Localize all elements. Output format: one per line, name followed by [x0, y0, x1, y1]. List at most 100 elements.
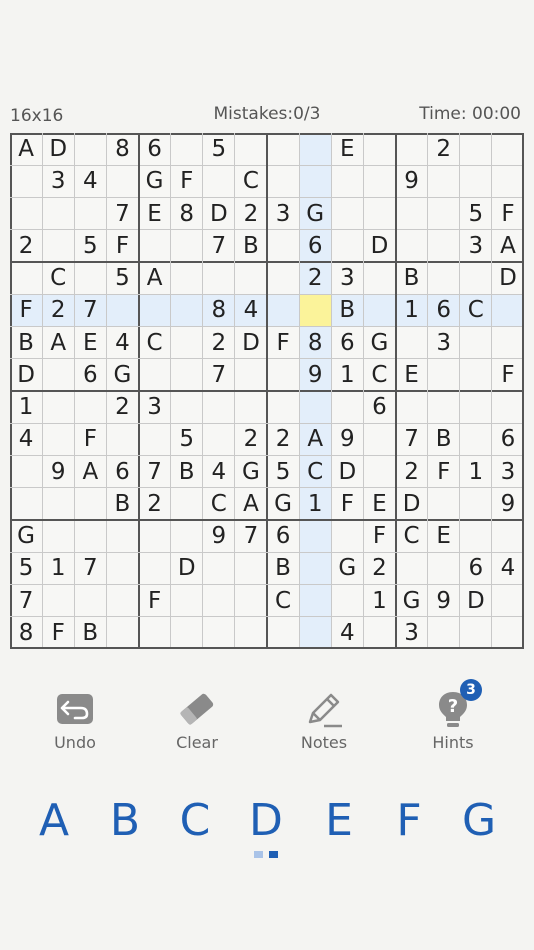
cell-r16-c14[interactable]: [428, 617, 460, 649]
cell-r1-c9[interactable]: [267, 133, 299, 165]
cell-r11-c11[interactable]: D: [331, 456, 363, 488]
cell-r15-c3[interactable]: [74, 585, 106, 617]
cell-r8-c8[interactable]: [235, 359, 267, 391]
cell-r15-c15[interactable]: D: [460, 585, 492, 617]
cell-r14-c15[interactable]: 6: [460, 552, 492, 584]
cell-r1-c8[interactable]: [235, 133, 267, 165]
letter-key-a[interactable]: A: [24, 795, 84, 855]
cell-r11-c15[interactable]: 1: [460, 456, 492, 488]
cell-r2-c16[interactable]: [492, 165, 524, 197]
cell-r8-c3[interactable]: 6: [74, 359, 106, 391]
cell-r5-c10[interactable]: 2: [299, 262, 332, 295]
cell-r1-c2[interactable]: D: [42, 133, 74, 165]
cell-r1-c5[interactable]: 6: [139, 133, 171, 165]
cell-r7-c1[interactable]: B: [10, 327, 42, 359]
cell-r5-c16[interactable]: D: [492, 262, 524, 294]
cell-r13-c13[interactable]: C: [396, 520, 428, 552]
cell-r8-c13[interactable]: E: [396, 359, 428, 391]
cell-r12-c8[interactable]: A: [235, 488, 267, 520]
cell-r13-c1[interactable]: G: [10, 520, 42, 552]
cell-r14-c1[interactable]: 5: [10, 552, 42, 584]
cell-r9-c6[interactable]: [171, 391, 203, 423]
cell-r5-c3[interactable]: [74, 262, 106, 294]
cell-r10-c15[interactable]: [460, 423, 492, 455]
cell-r7-c13[interactable]: [396, 327, 428, 359]
cell-r6-c11[interactable]: B: [331, 294, 364, 327]
cell-r9-c16[interactable]: [492, 391, 524, 423]
cell-r1-c16[interactable]: [492, 133, 524, 165]
cell-r6-c16[interactable]: [491, 294, 524, 327]
cell-r9-c3[interactable]: [74, 391, 106, 423]
cell-r10-c9[interactable]: 2: [267, 423, 299, 455]
cell-r13-c2[interactable]: [42, 520, 74, 552]
cell-r11-c10[interactable]: C: [299, 455, 332, 488]
cell-r3-c14[interactable]: [428, 198, 460, 230]
cell-r14-c14[interactable]: [428, 552, 460, 584]
cell-r16-c5[interactable]: [139, 617, 171, 649]
cell-r7-c16[interactable]: [492, 327, 524, 359]
cell-r12-c2[interactable]: [42, 488, 74, 520]
letter-key-f[interactable]: F: [379, 795, 439, 855]
cell-r16-c9[interactable]: [267, 617, 299, 649]
cell-r12-c16[interactable]: 9: [492, 488, 524, 520]
cell-r11-c6[interactable]: B: [171, 456, 203, 488]
cell-r2-c8[interactable]: C: [235, 165, 267, 197]
cell-r8-c7[interactable]: 7: [203, 359, 235, 391]
cell-r5-c5[interactable]: A: [139, 262, 171, 294]
cell-r15-c9[interactable]: C: [267, 585, 299, 617]
cell-r16-c16[interactable]: [492, 617, 524, 649]
cell-r2-c4[interactable]: [106, 165, 138, 197]
cell-r16-c4[interactable]: [106, 617, 138, 649]
cell-r5-c12[interactable]: [363, 262, 395, 294]
cell-r9-c13[interactable]: [396, 391, 428, 423]
cell-r8-c16[interactable]: F: [492, 359, 524, 391]
cell-r14-c4[interactable]: [106, 552, 138, 584]
cell-r2-c5[interactable]: G: [139, 165, 171, 197]
cell-r8-c15[interactable]: [460, 359, 492, 391]
cell-r8-c10[interactable]: 9: [299, 358, 332, 391]
cell-r15-c2[interactable]: [42, 585, 74, 617]
cell-r14-c8[interactable]: [235, 552, 267, 584]
cell-r7-c3[interactable]: E: [74, 327, 106, 359]
cell-r1-c11[interactable]: E: [331, 133, 363, 165]
cell-r10-c14[interactable]: B: [428, 423, 460, 455]
cell-r15-c10[interactable]: [299, 584, 332, 617]
cell-r4-c12[interactable]: D: [363, 230, 395, 262]
cell-r5-c8[interactable]: [235, 262, 267, 294]
cell-r7-c4[interactable]: 4: [106, 327, 138, 359]
cell-r16-c11[interactable]: 4: [331, 617, 363, 649]
cell-r4-c7[interactable]: 7: [203, 230, 235, 262]
cell-r2-c11[interactable]: [331, 165, 363, 197]
cell-r13-c7[interactable]: 9: [203, 520, 235, 552]
cell-r12-c12[interactable]: E: [363, 488, 395, 520]
cell-r3-c2[interactable]: [42, 198, 74, 230]
cell-r6-c13[interactable]: 1: [395, 294, 428, 327]
cell-r2-c15[interactable]: [460, 165, 492, 197]
cell-r2-c1[interactable]: [10, 165, 42, 197]
cell-r3-c13[interactable]: [396, 198, 428, 230]
cell-r7-c12[interactable]: G: [363, 327, 395, 359]
cell-r16-c7[interactable]: [203, 617, 235, 649]
cell-r12-c10[interactable]: 1: [299, 487, 332, 520]
sudoku-board[interactable]: AD865E234GFC97E8D23G5F25F7B6D3AC5A23BDF2…: [10, 133, 524, 649]
cell-r16-c12[interactable]: [363, 617, 395, 649]
cell-r14-c7[interactable]: [203, 552, 235, 584]
cell-r16-c8[interactable]: [235, 617, 267, 649]
cell-r3-c1[interactable]: [10, 198, 42, 230]
cell-r13-c16[interactable]: [492, 520, 524, 552]
cell-r1-c6[interactable]: [171, 133, 203, 165]
cell-r7-c9[interactable]: F: [267, 327, 299, 359]
cell-r3-c9[interactable]: 3: [267, 198, 299, 230]
cell-r9-c1[interactable]: 1: [10, 391, 42, 423]
cell-r14-c3[interactable]: 7: [74, 552, 106, 584]
cell-r6-c1[interactable]: F: [10, 294, 43, 327]
cell-r8-c11[interactable]: 1: [331, 359, 363, 391]
cell-r8-c6[interactable]: [171, 359, 203, 391]
cell-r7-c5[interactable]: C: [139, 327, 171, 359]
cell-r11-c3[interactable]: A: [74, 456, 106, 488]
cell-r4-c13[interactable]: [396, 230, 428, 262]
cell-r5-c14[interactable]: [428, 262, 460, 294]
cell-r10-c3[interactable]: F: [74, 423, 106, 455]
cell-r8-c14[interactable]: [428, 359, 460, 391]
cell-r10-c7[interactable]: [203, 423, 235, 455]
